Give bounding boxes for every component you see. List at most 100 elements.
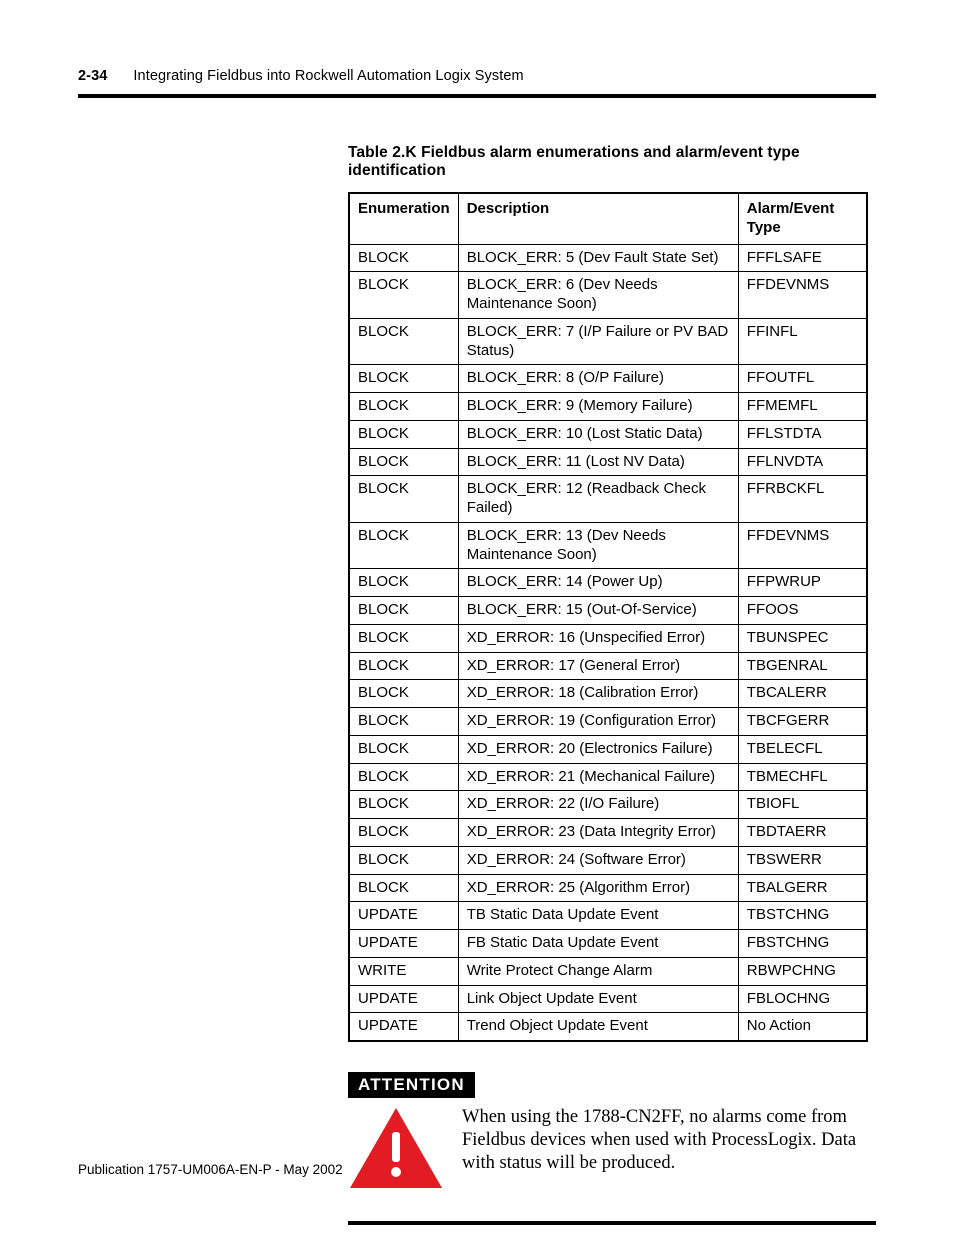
table-cell: BLOCK — [349, 272, 458, 319]
col-header-description: Description — [458, 193, 738, 244]
table-cell: XD_ERROR: 16 (Unspecified Error) — [458, 624, 738, 652]
table-cell: XD_ERROR: 20 (Electronics Failure) — [458, 735, 738, 763]
table-cell: XD_ERROR: 18 (Calibration Error) — [458, 680, 738, 708]
table-row: BLOCKXD_ERROR: 23 (Data Integrity Error)… — [349, 819, 867, 847]
table-cell: BLOCK_ERR: 11 (Lost NV Data) — [458, 448, 738, 476]
table-cell: TBMECHFL — [738, 763, 867, 791]
table-cell: TBGENRAL — [738, 652, 867, 680]
table-cell: BLOCK — [349, 846, 458, 874]
table-caption: Table 2.K Fieldbus alarm enumerations an… — [348, 144, 876, 180]
table-cell: No Action — [738, 1013, 867, 1041]
alarm-table: Enumeration Description Alarm/Event Type… — [348, 192, 868, 1042]
attention-label: ATTENTION — [348, 1072, 475, 1098]
table-cell: FFDEVNMS — [738, 522, 867, 569]
table-cell: FFMEMFL — [738, 393, 867, 421]
table-cell: BLOCK — [349, 244, 458, 272]
table-cell: FFOUTFL — [738, 365, 867, 393]
table-row: BLOCKXD_ERROR: 25 (Algorithm Error)TBALG… — [349, 874, 867, 902]
table-cell: BLOCK — [349, 420, 458, 448]
table-cell: FFFLSAFE — [738, 244, 867, 272]
table-cell: TBDTAERR — [738, 819, 867, 847]
table-row: UPDATEFB Static Data Update EventFBSTCHN… — [349, 930, 867, 958]
table-row: UPDATETrend Object Update EventNo Action — [349, 1013, 867, 1041]
table-cell: BLOCK — [349, 652, 458, 680]
table-cell: XD_ERROR: 22 (I/O Failure) — [458, 791, 738, 819]
table-cell: XD_ERROR: 17 (General Error) — [458, 652, 738, 680]
table-cell: BLOCK — [349, 393, 458, 421]
table-row: BLOCKXD_ERROR: 17 (General Error)TBGENRA… — [349, 652, 867, 680]
table-cell: BLOCK_ERR: 9 (Memory Failure) — [458, 393, 738, 421]
table-cell: TBCFGERR — [738, 708, 867, 736]
table-cell: BLOCK — [349, 735, 458, 763]
table-cell: UPDATE — [349, 930, 458, 958]
table-cell: BLOCK_ERR: 15 (Out-Of-Service) — [458, 597, 738, 625]
table-cell: BLOCK — [349, 448, 458, 476]
table-cell: UPDATE — [349, 902, 458, 930]
table-cell: XD_ERROR: 24 (Software Error) — [458, 846, 738, 874]
table-cell: FB Static Data Update Event — [458, 930, 738, 958]
table-cell: BLOCK_ERR: 14 (Power Up) — [458, 569, 738, 597]
table-row: BLOCKBLOCK_ERR: 5 (Dev Fault State Set)F… — [349, 244, 867, 272]
table-cell: XD_ERROR: 19 (Configuration Error) — [458, 708, 738, 736]
table-cell: BLOCK — [349, 680, 458, 708]
table-cell: TBALGERR — [738, 874, 867, 902]
table-cell: Link Object Update Event — [458, 985, 738, 1013]
table-cell: TBCALERR — [738, 680, 867, 708]
table-cell: BLOCK — [349, 874, 458, 902]
table-row: BLOCKBLOCK_ERR: 13 (Dev Needs Maintenanc… — [349, 522, 867, 569]
running-header: 2-34 Integrating Fieldbus into Rockwell … — [78, 68, 876, 98]
table-cell: BLOCK_ERR: 6 (Dev Needs Maintenance Soon… — [458, 272, 738, 319]
table-cell: FFLSTDTA — [738, 420, 867, 448]
table-cell: FFINFL — [738, 318, 867, 365]
table-row: BLOCKBLOCK_ERR: 14 (Power Up)FFPWRUP — [349, 569, 867, 597]
table-row: BLOCKBLOCK_ERR: 7 (I/P Failure or PV BAD… — [349, 318, 867, 365]
table-cell: FBSTCHNG — [738, 930, 867, 958]
table-cell: TBUNSPEC — [738, 624, 867, 652]
table-cell: FFOOS — [738, 597, 867, 625]
table-header-row: Enumeration Description Alarm/Event Type — [349, 193, 867, 244]
table-cell: TBELECFL — [738, 735, 867, 763]
table-row: BLOCKBLOCK_ERR: 11 (Lost NV Data)FFLNVDT… — [349, 448, 867, 476]
table-cell: FFPWRUP — [738, 569, 867, 597]
attention-block: ATTENTION When using the 1788-CN2FF, no … — [348, 1072, 876, 1225]
table-row: BLOCKXD_ERROR: 21 (Mechanical Failure)TB… — [349, 763, 867, 791]
table-cell: FFDEVNMS — [738, 272, 867, 319]
table-cell: WRITE — [349, 957, 458, 985]
attention-text: When using the 1788-CN2FF, no alarms com… — [462, 1106, 876, 1175]
table-cell: BLOCK_ERR: 7 (I/P Failure or PV BAD Stat… — [458, 318, 738, 365]
table-row: BLOCKBLOCK_ERR: 9 (Memory Failure)FFMEMF… — [349, 393, 867, 421]
table-row: BLOCKBLOCK_ERR: 12 (Readback Check Faile… — [349, 476, 867, 523]
table-cell: BLOCK_ERR: 8 (O/P Failure) — [458, 365, 738, 393]
table-row: BLOCKXD_ERROR: 19 (Configuration Error)T… — [349, 708, 867, 736]
table-cell: BLOCK — [349, 819, 458, 847]
page: 2-34 Integrating Fieldbus into Rockwell … — [0, 0, 954, 1235]
table-cell: BLOCK_ERR: 10 (Lost Static Data) — [458, 420, 738, 448]
table-cell: UPDATE — [349, 1013, 458, 1041]
table-cell: FFLNVDTA — [738, 448, 867, 476]
table-row: UPDATETB Static Data Update EventTBSTCHN… — [349, 902, 867, 930]
table-cell: Write Protect Change Alarm — [458, 957, 738, 985]
table-cell: XD_ERROR: 25 (Algorithm Error) — [458, 874, 738, 902]
table-row: BLOCKXD_ERROR: 18 (Calibration Error)TBC… — [349, 680, 867, 708]
table-cell: BLOCK — [349, 569, 458, 597]
table-cell: XD_ERROR: 21 (Mechanical Failure) — [458, 763, 738, 791]
table-row: BLOCKBLOCK_ERR: 8 (O/P Failure)FFOUTFL — [349, 365, 867, 393]
table-cell: BLOCK — [349, 522, 458, 569]
table-cell: Trend Object Update Event — [458, 1013, 738, 1041]
table-cell: BLOCK_ERR: 13 (Dev Needs Maintenance Soo… — [458, 522, 738, 569]
table-row: BLOCKXD_ERROR: 20 (Electronics Failure)T… — [349, 735, 867, 763]
table-row: BLOCKBLOCK_ERR: 15 (Out-Of-Service)FFOOS — [349, 597, 867, 625]
col-header-enumeration: Enumeration — [349, 193, 458, 244]
table-cell: BLOCK_ERR: 12 (Readback Check Failed) — [458, 476, 738, 523]
table-row: BLOCKXD_ERROR: 24 (Software Error)TBSWER… — [349, 846, 867, 874]
table-cell: BLOCK — [349, 763, 458, 791]
table-cell: BLOCK — [349, 624, 458, 652]
chapter-title: Integrating Fieldbus into Rockwell Autom… — [133, 68, 523, 84]
table-cell: BLOCK — [349, 318, 458, 365]
page-number: 2-34 — [78, 68, 107, 84]
table-cell: TBIOFL — [738, 791, 867, 819]
table-cell: FBLOCHNG — [738, 985, 867, 1013]
col-header-alarm-type: Alarm/Event Type — [738, 193, 867, 244]
table-cell: BLOCK — [349, 476, 458, 523]
table-cell: TBSWERR — [738, 846, 867, 874]
